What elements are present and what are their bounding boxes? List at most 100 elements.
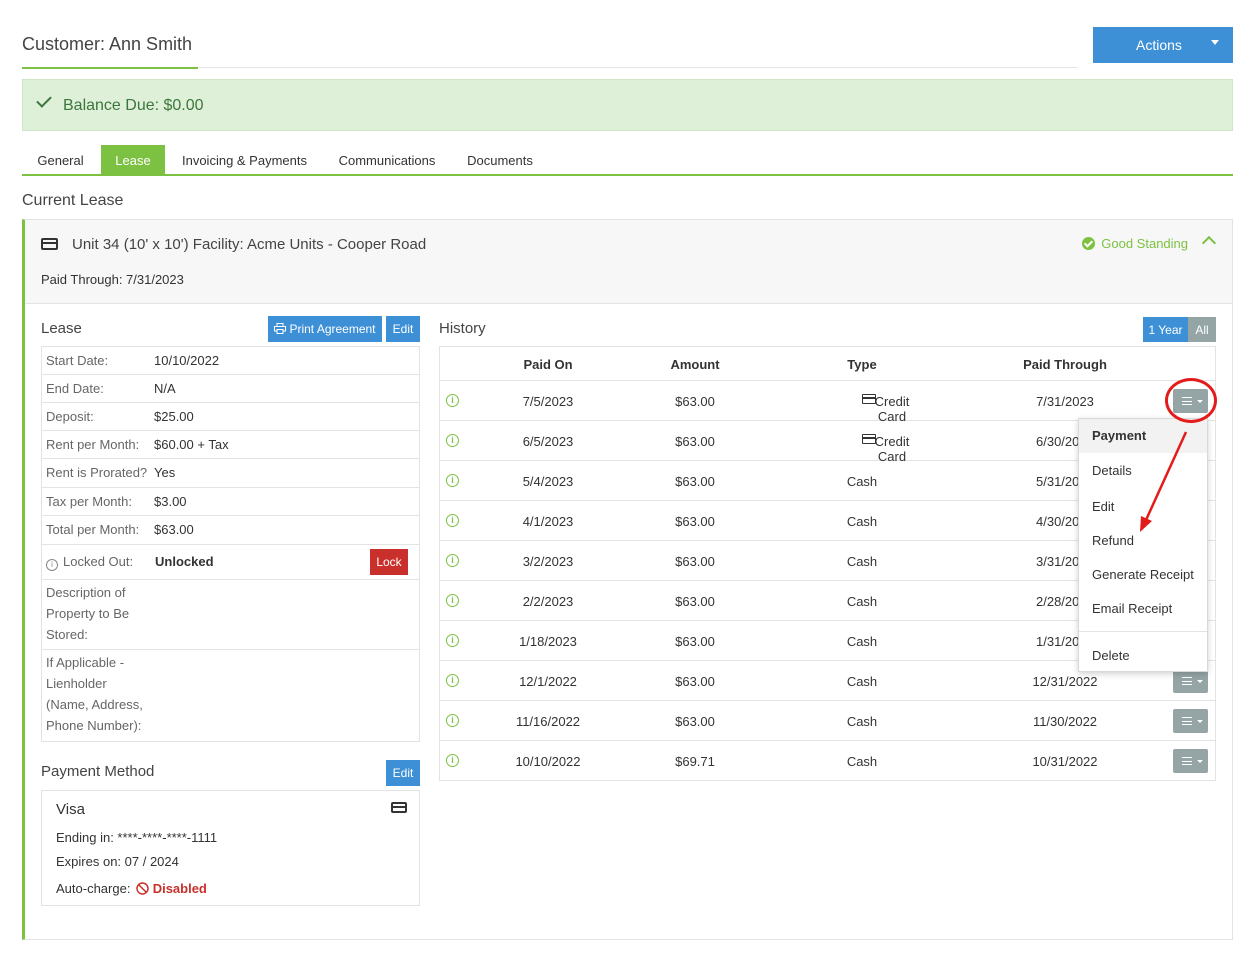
edit-payment-method-button[interactable]: Edit: [386, 760, 420, 786]
balance-due-text: Balance Due: $0.00: [63, 97, 204, 114]
info-icon[interactable]: i: [446, 514, 459, 527]
print-agreement-label: Print Agreement: [289, 322, 376, 336]
lease-row: Rent is Prorated? Yes: [42, 459, 419, 488]
paid-through-cell: 7/31/2023: [1036, 394, 1094, 409]
lienholder-label-line: Lienholder: [46, 676, 107, 691]
type-cell: Cash: [846, 554, 878, 569]
paid-through-cell: 10/31/2022: [1032, 754, 1098, 769]
actions-button[interactable]: Actions: [1093, 27, 1233, 63]
lease-field-label: Rent per Month:: [46, 437, 140, 452]
type-cell: Cash: [846, 754, 878, 769]
paid-on-cell: 6/5/2023: [522, 434, 574, 449]
chevron-up-icon[interactable]: [1201, 235, 1217, 251]
dropdown-item-details[interactable]: Details: [1092, 463, 1132, 478]
actions-label: Actions: [1136, 37, 1182, 53]
ban-icon: [136, 882, 149, 895]
lease-field-value: N/A: [154, 381, 176, 396]
lienholder-label-line: If Applicable -: [46, 655, 125, 670]
lienholder-label-line: (Name, Address,: [46, 697, 143, 712]
lease-field-value: $60.00 + Tax: [154, 437, 229, 452]
dropdown-divider: [1079, 631, 1207, 632]
range-all-button[interactable]: All: [1188, 317, 1216, 342]
autocharge-value: Disabled: [152, 881, 207, 896]
caret-down-icon: [1197, 760, 1203, 763]
amount-cell: $63.00: [675, 594, 715, 609]
amount-cell: $69.71: [675, 754, 715, 769]
lease-details-table: Start Date: 10/10/2022 End Date: N/A Depos…: [41, 346, 420, 742]
paid-through-cell: 12/31/2022: [1032, 674, 1098, 689]
amount-cell: $63.00: [675, 514, 715, 529]
row-actions-button[interactable]: [1173, 709, 1208, 733]
paid-on-cell: 11/16/2022: [515, 714, 581, 729]
menu-icon: [1182, 717, 1192, 725]
lease-row-description: Description of Property to Be Stored:: [42, 580, 419, 650]
menu-icon: [1182, 757, 1192, 765]
dropdown-item-email-receipt[interactable]: Email Receipt: [1092, 601, 1172, 616]
history-heading: History: [439, 320, 486, 337]
lease-field-value: $3.00: [154, 494, 187, 509]
column-header-type: Type: [847, 357, 877, 372]
description-label-line: Property to Be: [46, 606, 130, 621]
dropdown-item-generate-receipt[interactable]: Generate Receipt: [1092, 567, 1194, 582]
locked-out-value: Unlocked: [155, 554, 214, 569]
row-actions-button[interactable]: [1173, 669, 1208, 693]
history-table-header: Paid On Amount Type Paid Through: [440, 347, 1215, 381]
lease-field-label: Start Date:: [46, 353, 109, 368]
dropdown-item-refund[interactable]: Refund: [1092, 533, 1134, 548]
paid-through-cell: 11/30/2022: [1032, 714, 1098, 729]
paid-on-cell: 5/4/2023: [522, 474, 574, 489]
edit-lease-button[interactable]: Edit: [386, 316, 420, 342]
lienholder-label-line: Phone Number):: [46, 718, 142, 733]
caret-down-icon: [1197, 680, 1203, 683]
type-cell: Cash: [846, 634, 878, 649]
lienholder-label: If Applicable - Lienholder (Name, Address,…: [46, 652, 143, 736]
customer-header: Customer: Ann Smith: [22, 26, 1078, 69]
info-icon[interactable]: i: [446, 474, 459, 487]
type-text: Credit Card: [874, 434, 910, 464]
info-icon[interactable]: i: [446, 674, 459, 687]
info-icon[interactable]: i: [446, 714, 459, 727]
info-icon[interactable]: i: [446, 434, 459, 447]
lease-field-label: Rent is Prorated?: [46, 465, 148, 480]
lease-field-value: $63.00: [154, 522, 194, 537]
dropdown-item-delete[interactable]: Delete: [1092, 648, 1130, 663]
menu-icon: [1182, 677, 1192, 685]
tab-general[interactable]: General: [22, 145, 99, 174]
lease-field-value: Yes: [154, 465, 176, 480]
column-header-amount: Amount: [670, 357, 720, 372]
info-icon[interactable]: i: [446, 394, 459, 407]
dropdown-item-edit[interactable]: Edit: [1092, 499, 1114, 514]
tab-communications[interactable]: Communications: [331, 145, 443, 174]
lease-panel-header[interactable]: Unit 34 (10' x 10') Facility: Acme Units…: [25, 220, 1232, 304]
annotation-circle: [1165, 378, 1217, 423]
description-label-line: Stored:: [46, 627, 88, 642]
paid-on-cell: 7/5/2023: [522, 394, 574, 409]
check-icon: [36, 92, 52, 108]
info-icon[interactable]: i: [446, 554, 459, 567]
print-agreement-button[interactable]: Print Agreement: [268, 316, 382, 342]
storage-unit-icon: [41, 238, 58, 250]
lease-row-locked-out: i Locked Out: Unlocked Lock: [42, 545, 419, 580]
good-standing-icon: [1082, 237, 1096, 250]
tab-lease[interactable]: Lease: [101, 145, 165, 174]
type-text: Credit Card: [874, 394, 910, 424]
lease-field-label: Deposit:: [46, 409, 94, 424]
locked-out-label-text: Locked Out:: [63, 554, 134, 569]
lock-button[interactable]: Lock: [370, 549, 408, 575]
table-row: i 10/10/2022 $69.71 Cash 10/31/2022: [440, 741, 1215, 781]
tab-invoicing-payments[interactable]: Invoicing & Payments: [172, 145, 317, 174]
tab-documents[interactable]: Documents: [459, 145, 541, 174]
amount-cell: $63.00: [675, 434, 715, 449]
lease-row: Rent per Month: $60.00 + Tax: [42, 431, 419, 459]
range-1-year-button[interactable]: 1 Year: [1143, 317, 1188, 342]
row-actions-button[interactable]: [1173, 749, 1208, 773]
paid-on-cell: 3/2/2023: [522, 554, 574, 569]
paid-on-cell: 12/1/2022: [519, 674, 577, 689]
info-icon[interactable]: i: [446, 754, 459, 767]
current-lease-heading: Current Lease: [22, 192, 124, 209]
paid-on-cell: 10/10/2022: [515, 754, 581, 769]
caret-down-icon: [1197, 720, 1203, 723]
info-icon[interactable]: i: [446, 634, 459, 647]
info-icon[interactable]: i: [446, 594, 459, 607]
caret-down-icon: [1211, 40, 1219, 45]
